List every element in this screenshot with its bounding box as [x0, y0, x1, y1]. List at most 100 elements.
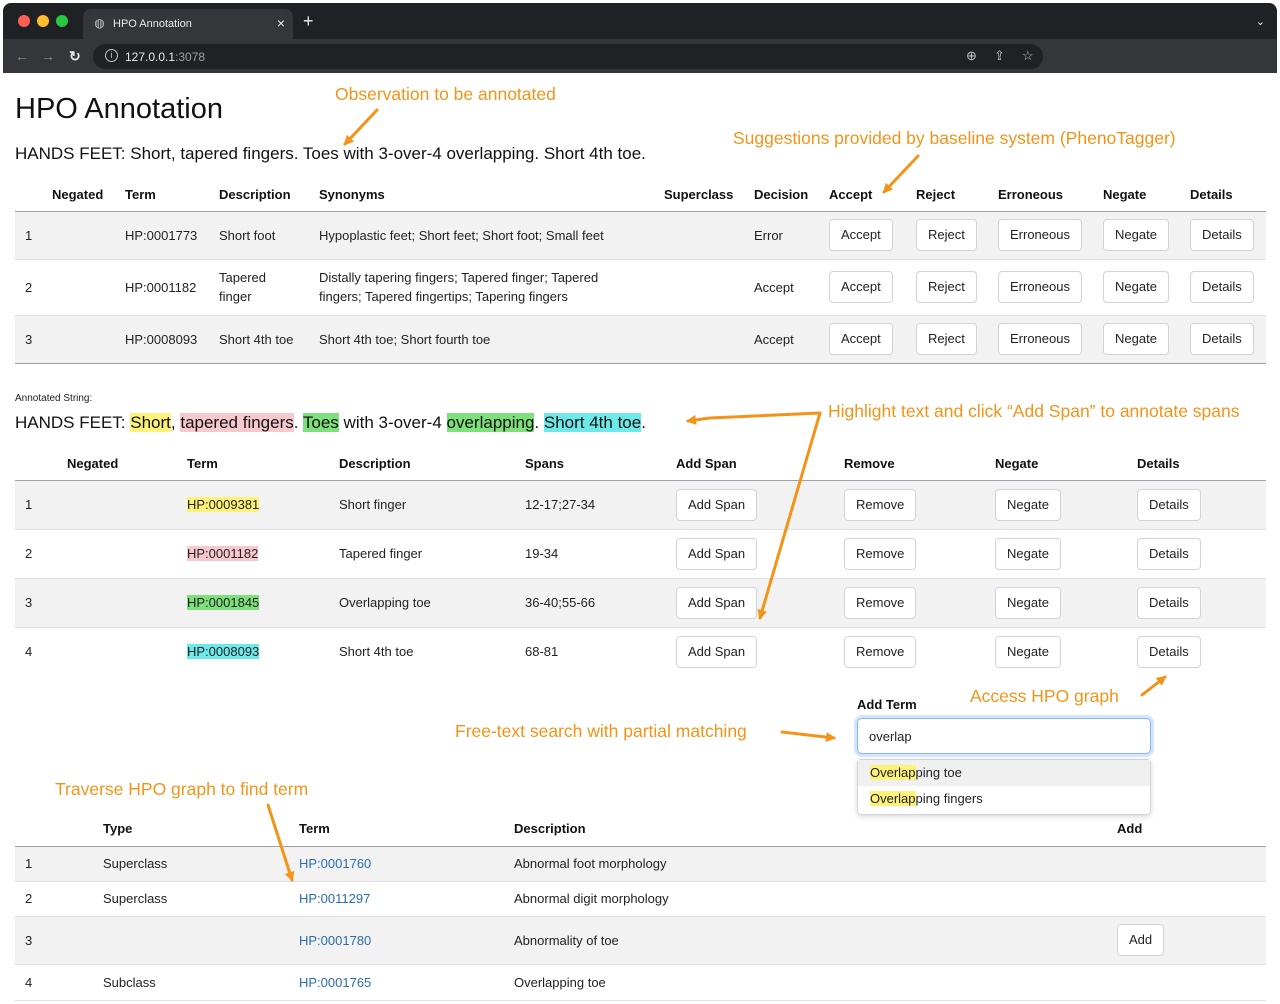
bookmark-star-icon[interactable]: ☆: [1022, 48, 1034, 64]
add-span-button[interactable]: Add Span: [676, 488, 758, 521]
note-search: Free-text search with partial matching: [455, 721, 747, 741]
minimize-window-button[interactable]: [37, 15, 49, 27]
erroneous-button[interactable]: Erroneous: [998, 271, 1082, 303]
accept-button[interactable]: Accept: [829, 323, 893, 355]
share-icon[interactable]: ⇪: [994, 48, 1005, 64]
tab-bar: ◍ HPO Annotation × + ⌄: [3, 3, 1277, 39]
row-index: 2: [25, 891, 33, 906]
annotated-string[interactable]: HANDS FEET: Short, tapered fingers. Toes…: [15, 413, 646, 433]
term-id: HP:0001773: [125, 227, 198, 243]
erroneous-button[interactable]: Erroneous: [998, 219, 1082, 251]
autocomplete-option[interactable]: Overlapping toe: [858, 760, 1150, 786]
forward-arrow-icon[interactable]: →: [41, 48, 55, 64]
negate-button[interactable]: Negate: [1103, 219, 1169, 251]
negate-button[interactable]: Negate: [1103, 271, 1169, 303]
col-term: Term: [187, 455, 218, 471]
relation-type: [103, 916, 299, 964]
term-description: Abnormal foot morphology: [514, 856, 667, 871]
url-port: :3078: [175, 50, 206, 64]
row-index: 3: [25, 595, 33, 610]
superclass-cell: [664, 315, 754, 363]
table-row: 3 HP:0008093 Short 4th toe Short 4th toe…: [15, 315, 1266, 363]
term-synonyms: Distally tapering fingers; Tapered finge…: [319, 270, 599, 304]
col-type: Type: [103, 820, 133, 836]
relation-type: Subclass: [103, 974, 156, 990]
option-text: ping fingers: [915, 791, 983, 806]
col-negate: Negate: [1103, 187, 1147, 203]
info-icon[interactable]: i: [105, 49, 118, 62]
details-button[interactable]: Details: [1137, 488, 1201, 521]
browser-window: ◍ HPO Annotation × + ⌄ ← → ↻ i 127.0.0.1…: [3, 3, 1277, 73]
observation-text: HANDS FEET: Short, tapered fingers. Toes…: [15, 144, 646, 163]
decision-value: Accept: [754, 279, 794, 295]
term-description: Overlapping toe: [339, 595, 431, 610]
details-button[interactable]: Details: [1137, 635, 1201, 668]
erroneous-button[interactable]: Erroneous: [998, 323, 1082, 355]
term-description: Short finger: [339, 497, 407, 512]
address-bar[interactable]: i 127.0.0.1:3078 ⊕ ⇪ ☆: [93, 44, 1043, 69]
note-suggestions: Suggestions provided by baseline system …: [733, 128, 1176, 148]
chevron-down-icon[interactable]: ⌄: [1256, 15, 1265, 28]
col-add: Add: [1117, 820, 1143, 836]
table-row: 1 HP:0001773 Short foot Hypoplastic feet…: [15, 211, 1266, 259]
negated-cell: [67, 578, 187, 627]
col-decision: Decision: [754, 187, 809, 203]
maximize-window-button[interactable]: [56, 15, 68, 27]
reload-icon[interactable]: ↻: [69, 48, 81, 64]
term-description: Overlapping toe: [514, 974, 606, 990]
negate-button[interactable]: Negate: [995, 635, 1061, 668]
url-host: 127.0.0.1: [125, 50, 176, 64]
remove-button[interactable]: Remove: [844, 586, 917, 619]
add-span-button[interactable]: Add Span: [676, 537, 758, 570]
back-arrow-icon[interactable]: ←: [15, 48, 29, 64]
term-link[interactable]: HP:0011297: [299, 891, 370, 906]
details-button[interactable]: Details: [1137, 586, 1201, 619]
add-term-button[interactable]: Add: [1117, 924, 1165, 956]
table-row: 1 Superclass HP:0001760 Abnormal foot mo…: [15, 846, 1266, 881]
graph-header-row: Type Term Description Add: [15, 811, 1266, 846]
details-button[interactable]: Details: [1137, 537, 1201, 570]
add-cell: [1117, 964, 1266, 1000]
row-index: 3: [25, 331, 33, 347]
details-button[interactable]: Details: [1190, 323, 1254, 355]
new-tab-icon[interactable]: +: [303, 12, 314, 30]
row-index: 1: [25, 497, 33, 512]
details-button[interactable]: Details: [1190, 219, 1254, 251]
row-index: 2: [25, 546, 33, 561]
negate-button[interactable]: Negate: [995, 537, 1061, 570]
col-term: Term: [299, 820, 330, 836]
accept-button[interactable]: Accept: [829, 219, 893, 251]
browser-tab[interactable]: ◍ HPO Annotation ×: [83, 9, 293, 39]
term-link[interactable]: HP:0001765: [299, 975, 371, 990]
term-link[interactable]: HP:0001780: [299, 933, 371, 948]
table-row: 2 HP:0001182 Tapered finger 19-34 Add Sp…: [15, 529, 1266, 578]
reject-button[interactable]: Reject: [916, 323, 977, 355]
add-span-button[interactable]: Add Span: [676, 586, 758, 619]
negate-button[interactable]: Negate: [995, 586, 1061, 619]
autocomplete-option[interactable]: Overlapping fingers: [858, 786, 1150, 812]
highlight-span: tapered fingers: [180, 413, 294, 432]
remove-button[interactable]: Remove: [844, 537, 917, 570]
close-window-button[interactable]: [18, 15, 30, 27]
negate-button[interactable]: Negate: [995, 488, 1061, 521]
zoom-icon[interactable]: ⊕: [966, 48, 977, 64]
row-index: 4: [25, 644, 33, 660]
highlight-span: Short 4th toe: [543, 413, 642, 432]
negated-cell: [67, 480, 187, 529]
text-segment: .: [293, 413, 303, 432]
reject-button[interactable]: Reject: [916, 219, 977, 251]
details-button[interactable]: Details: [1190, 271, 1254, 303]
remove-button[interactable]: Remove: [844, 635, 917, 668]
note-observation: Observation to be annotated: [335, 84, 556, 104]
term-link[interactable]: HP:0001760: [299, 856, 371, 871]
add-span-button[interactable]: Add Span: [676, 635, 758, 668]
negate-button[interactable]: Negate: [1103, 323, 1169, 355]
close-tab-icon[interactable]: ×: [277, 15, 285, 31]
remove-button[interactable]: Remove: [844, 488, 917, 521]
span-ranges: 12-17;27-34: [525, 497, 596, 512]
accept-button[interactable]: Accept: [829, 271, 893, 303]
globe-icon: ◍: [94, 16, 105, 30]
term-description: Tapered finger: [219, 270, 266, 304]
reject-button[interactable]: Reject: [916, 271, 977, 303]
add-term-search-input[interactable]: [857, 718, 1151, 754]
